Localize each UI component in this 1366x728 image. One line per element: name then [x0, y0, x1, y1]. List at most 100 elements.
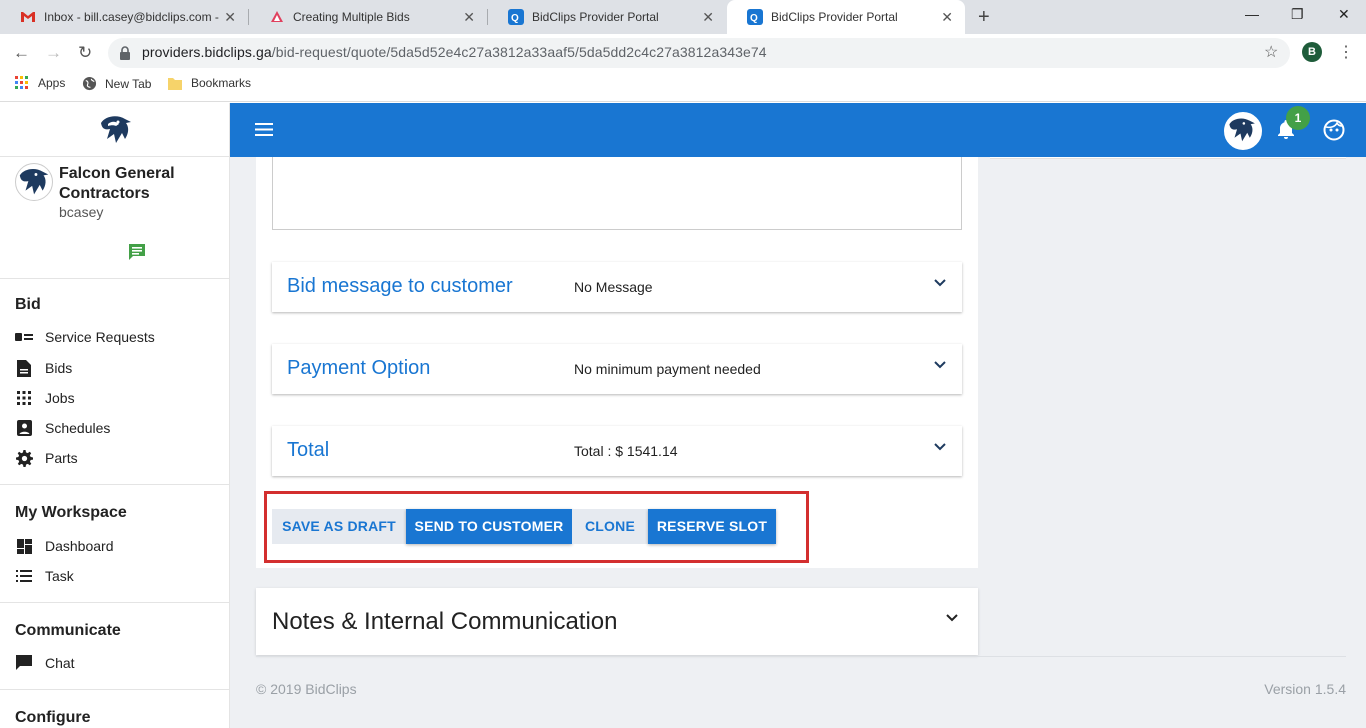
bookmark-label: Bookmarks [191, 76, 252, 90]
restore-icon[interactable]: ❐ [1291, 6, 1304, 23]
app-top-bar: 1 [230, 103, 1366, 157]
globe-icon [82, 76, 97, 91]
browser-tab-portal-active[interactable]: Q BidClips Provider Portal ✕ [727, 0, 965, 34]
footer-divider [256, 656, 1346, 657]
browser-menu-icon[interactable]: ⋮ [1338, 42, 1354, 62]
close-tab-icon[interactable]: ✕ [941, 10, 953, 24]
sidebar-item-label: Bids [45, 360, 73, 376]
panel-value: No Message [574, 279, 653, 295]
back-arrow-icon[interactable]: ← [13, 43, 30, 63]
sidebar-item-dashboard[interactable]: Dashboard [15, 537, 114, 555]
copyright-text: © 2019 BidClips [256, 681, 357, 697]
sidebar-item-label: Task [45, 568, 74, 584]
company-name: Falcon General Contractors [59, 165, 175, 202]
panel-title: Payment Option [287, 357, 431, 379]
chevron-down-icon[interactable] [934, 279, 946, 287]
send-to-customer-button[interactable]: SEND TO CUSTOMER [406, 509, 572, 544]
sidebar-logo [0, 103, 229, 157]
sidebar-item-jobs[interactable]: Jobs [15, 389, 75, 407]
sidebar-item-service-requests[interactable]: Service Requests [15, 328, 155, 346]
close-tab-icon[interactable]: ✕ [702, 10, 714, 24]
panel-total[interactable]: Total Total : $ 1541.14 [272, 426, 962, 476]
company-avatar [15, 163, 53, 201]
reload-icon[interactable]: ↻ [78, 43, 92, 63]
chevron-down-icon[interactable] [946, 614, 958, 622]
sidebar-item-label: Parts [45, 450, 78, 466]
tab-title: BidClips Provider Portal [532, 10, 659, 24]
panel-value: Total : $ 1541.14 [574, 443, 678, 459]
browser-tab-gmail[interactable]: Inbox - bill.casey@bidclips.com - ✕ [0, 0, 248, 34]
tab-title: Inbox - bill.casey@bidclips.com - [44, 10, 219, 24]
chevron-down-icon[interactable] [934, 443, 946, 451]
chevron-down-icon[interactable] [934, 361, 946, 369]
sidebar-item-label: Schedules [45, 420, 111, 436]
task-list-icon [15, 567, 33, 585]
sidebar-divider [0, 602, 230, 603]
forward-arrow-icon[interactable]: → [45, 43, 62, 63]
bookmark-label: New Tab [105, 76, 152, 91]
panel-title: Total [287, 439, 330, 461]
url-text[interactable]: providers.bidclips.ga/bid-request/quote/… [142, 44, 767, 60]
main-content: Bid message to customer No Message Payme… [230, 157, 1366, 728]
chat-icon [15, 654, 33, 672]
bids-icon [15, 359, 33, 377]
sidebar-item-chat[interactable]: Chat [15, 654, 75, 672]
sidebar-divider [0, 278, 230, 279]
browser-tab-creating-bids[interactable]: Creating Multiple Bids ✕ [249, 0, 487, 34]
svg-text:Q: Q [750, 13, 758, 24]
company-avatar[interactable] [1224, 112, 1262, 150]
bookmark-apps[interactable]: Apps [15, 76, 65, 90]
panel-title: Bid message to customer [287, 275, 513, 297]
document-icon [271, 11, 283, 22]
bookmark-star-icon[interactable]: ☆ [1264, 42, 1278, 62]
close-window-icon[interactable]: ✕ [1338, 6, 1350, 23]
close-tab-icon[interactable]: ✕ [224, 10, 236, 24]
notes-internal-communication-panel[interactable]: Notes & Internal Communication [256, 588, 978, 655]
service-requests-icon [15, 328, 33, 346]
section-title-communicate: Communicate [15, 622, 121, 639]
browser-tab-portal[interactable]: Q BidClips Provider Portal ✕ [488, 0, 726, 34]
sidebar-divider [0, 689, 230, 690]
section-title-configure: Configure [15, 709, 91, 726]
schedules-icon [15, 419, 33, 437]
new-tab-plus-icon[interactable]: + [978, 7, 990, 27]
dashboard-icon [15, 537, 33, 555]
sidebar-item-label: Chat [45, 655, 75, 671]
sidebar-item-schedules[interactable]: Schedules [15, 419, 110, 437]
clone-button[interactable]: CLONE [572, 509, 648, 544]
bookmark-folder[interactable]: Bookmarks [168, 76, 251, 90]
url-path: /bid-request/quote/5da5d52e4c27a3812a33a… [271, 44, 767, 60]
browser-tab-bar: Inbox - bill.casey@bidclips.com - ✕ Crea… [0, 0, 1366, 34]
close-tab-icon[interactable]: ✕ [463, 10, 475, 24]
url-host: providers.bidclips.ga [142, 44, 272, 60]
profile-avatar[interactable]: B [1302, 42, 1322, 62]
falcon-logo-icon [1229, 118, 1255, 142]
tab-title: Creating Multiple Bids [293, 10, 410, 24]
apps-grid-icon [15, 76, 28, 89]
message-icon[interactable] [127, 242, 147, 262]
sidebar-item-label: Dashboard [45, 538, 114, 554]
gmail-icon [21, 12, 35, 22]
sidebar-item-label: Service Requests [45, 329, 155, 345]
user-face-icon[interactable] [1323, 119, 1345, 141]
bid-notes-textarea[interactable] [272, 157, 962, 230]
sidebar-divider [0, 484, 230, 485]
panel-title: Notes & Internal Communication [272, 608, 618, 635]
hamburger-menu-icon[interactable] [255, 123, 273, 136]
notification-count-badge: 1 [1286, 106, 1310, 130]
save-as-draft-button[interactable]: SAVE AS DRAFT [272, 509, 406, 544]
sidebar-item-parts[interactable]: Parts [15, 449, 78, 467]
falcon-logo-icon [19, 168, 49, 195]
sidebar-item-task[interactable]: Task [15, 567, 74, 585]
reserve-slot-button[interactable]: RESERVE SLOT [648, 509, 776, 544]
panel-payment-option[interactable]: Payment Option No minimum payment needed [272, 344, 962, 394]
minimize-icon[interactable]: — [1245, 6, 1259, 22]
bidclips-icon: Q [747, 9, 763, 25]
folder-icon [168, 77, 182, 90]
bookmark-new-tab[interactable]: New Tab [82, 76, 151, 91]
bookmark-label: Apps [38, 76, 66, 90]
panel-bid-message[interactable]: Bid message to customer No Message [272, 262, 962, 312]
jobs-icon [15, 389, 33, 407]
sidebar-item-label: Jobs [45, 390, 75, 406]
sidebar-item-bids[interactable]: Bids [15, 359, 72, 377]
